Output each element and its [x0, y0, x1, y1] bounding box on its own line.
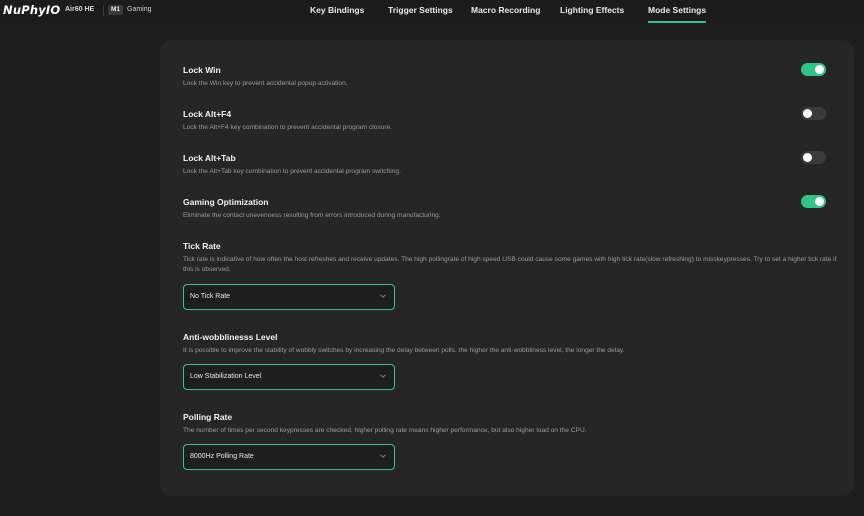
toggle-knob — [803, 109, 812, 118]
mode-settings-panel: Lock Win Lock the Win key to prevent acc… — [160, 40, 854, 496]
tick-rate-description: Tick rate is indicative of how often the… — [183, 256, 837, 273]
lock-win-setting: Lock Win Lock the Win key to prevent acc… — [183, 65, 843, 89]
lock-alt-tab-title: Lock Alt+Tab — [183, 153, 236, 163]
tick-rate-select[interactable]: No Tick Rate — [183, 284, 395, 310]
toggle-knob — [815, 65, 824, 74]
anti-wobbliness-title: Anti-wobblinesss Level — [183, 332, 278, 342]
tick-rate-title: Tick Rate — [183, 241, 221, 251]
lock-alt-tab-description: Lock the Alt+Tab key combination to prev… — [183, 168, 401, 175]
polling-rate-description: The number of times per second keypresse… — [183, 427, 587, 434]
tick-rate-setting: Tick Rate Tick rate is indicative of how… — [183, 241, 843, 275]
chevron-down-icon — [380, 374, 386, 378]
toggle-knob — [803, 153, 812, 162]
brand-logo: NuPhyIO — [3, 3, 61, 17]
polling-rate-setting: Polling Rate The number of times per sec… — [183, 412, 843, 436]
anti-wobbliness-description: It is possible to improve the stability … — [183, 347, 625, 354]
tick-rate-value: No Tick Rate — [190, 293, 231, 300]
lock-alt-tab-toggle[interactable] — [801, 151, 826, 164]
anti-wobbliness-value: Low Stabilization Level — [190, 373, 262, 380]
lock-alt-f4-toggle[interactable] — [801, 107, 826, 120]
polling-rate-value: 8000Hz Polling Rate — [190, 453, 254, 460]
chevron-down-icon — [380, 294, 386, 298]
lock-alt-f4-title: Lock Alt+F4 — [183, 109, 232, 119]
header-divider — [103, 5, 104, 16]
lock-win-toggle[interactable] — [801, 63, 826, 76]
top-navigation-bar: NuPhyIO Air60 HE M1 Gaming Key Bindings … — [0, 0, 864, 24]
device-model[interactable]: Air60 HE — [65, 6, 94, 13]
toggle-knob — [815, 197, 824, 206]
gaming-optimization-toggle[interactable] — [801, 195, 826, 208]
lock-alt-tab-setting: Lock Alt+Tab Lock the Alt+Tab key combin… — [183, 153, 843, 177]
anti-wobbliness-setting: Anti-wobblinesss Level It is possible to… — [183, 332, 843, 356]
tab-key-bindings[interactable]: Key Bindings — [310, 5, 364, 15]
profile-badge[interactable]: M1 — [108, 5, 124, 15]
anti-wobbliness-select[interactable]: Low Stabilization Level — [183, 364, 395, 390]
lock-win-title: Lock Win — [183, 65, 221, 75]
tab-mode-settings[interactable]: Mode Settings — [648, 5, 707, 23]
gaming-optimization-title: Gaming Optimization — [183, 197, 269, 207]
tab-lighting-effects[interactable]: Lighting Effects — [560, 5, 624, 15]
lock-alt-f4-description: Lock the Alt+F4 key combination to preve… — [183, 124, 393, 131]
gaming-optimization-description: Eliminate the contact unevenness resulti… — [183, 212, 441, 219]
gaming-optimization-setting: Gaming Optimization Eliminate the contac… — [183, 197, 843, 221]
lock-win-description: Lock the Win key to prevent accidental p… — [183, 80, 348, 87]
tab-macro-recording[interactable]: Macro Recording — [471, 5, 540, 15]
profile-name[interactable]: Gaming — [127, 6, 152, 13]
chevron-down-icon — [380, 454, 386, 458]
polling-rate-select[interactable]: 8000Hz Polling Rate — [183, 444, 395, 470]
lock-alt-f4-setting: Lock Alt+F4 Lock the Alt+F4 key combinat… — [183, 109, 843, 133]
polling-rate-title: Polling Rate — [183, 412, 233, 422]
tab-trigger-settings[interactable]: Trigger Settings — [388, 5, 453, 15]
